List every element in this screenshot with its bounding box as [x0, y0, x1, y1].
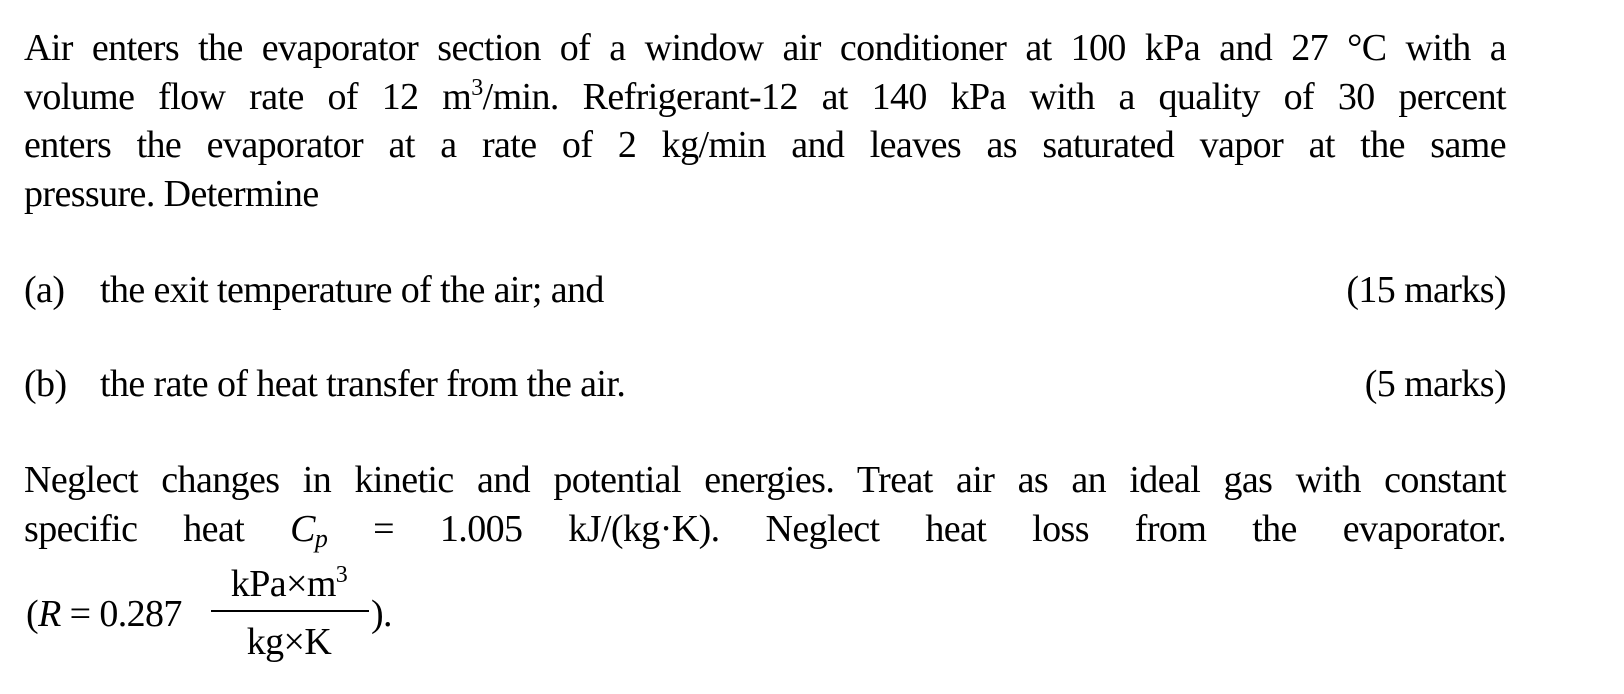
assumptions-line-2-start: specific heat — [24, 507, 291, 550]
question-part-b: (b) the rate of heat transfer from the a… — [24, 360, 1507, 408]
problem-statement: Air enters the evaporator section of a w… — [24, 24, 1507, 218]
part-b-label: (b) — [24, 363, 67, 405]
formula-close-paren: ). — [371, 593, 393, 635]
cp-subscript: p — [314, 523, 328, 553]
formula-value: = 0.287 — [60, 593, 183, 635]
statement-line-2-start: volume flow rate of 12 m — [24, 75, 472, 118]
assumptions-line-1: Neglect changes in kinetic and potential… — [24, 459, 1507, 501]
question-part-a: (a) the exit temperature of the air; and… — [24, 266, 1507, 314]
statement-line-2: volume flow rate of 12 m3/min. Refrigera… — [24, 73, 1507, 122]
statement-line-2-end: /min. Refrigerant-12 at 140 kPa with a q… — [482, 75, 1507, 118]
assumptions-line-2: specific heat Cp = 1.005 kJ/(kg·K). Negl… — [24, 505, 1507, 564]
formula-r-symbol: R — [38, 593, 61, 635]
cubic-superscript: 3 — [471, 74, 483, 101]
assumptions-line-2-end: = 1.005 kJ/(kg·K). Neglect heat loss fro… — [327, 507, 1506, 550]
statement-line-1: Air enters the evaporator section of a w… — [24, 27, 1507, 69]
fraction-denominator: kg×K — [246, 621, 332, 663]
numerator-text: kPa×m — [230, 563, 337, 605]
part-a-marks: (15 marks) — [1346, 269, 1506, 311]
part-a-label: (a) — [24, 269, 65, 311]
part-b-marks: (5 marks) — [1364, 363, 1507, 405]
formula-open-paren: ( — [26, 593, 39, 635]
cp-symbol: C — [290, 507, 315, 550]
numerator-superscript: 3 — [335, 562, 348, 588]
part-a-text: the exit temperature of the air; and — [100, 269, 604, 311]
statement-line-3: enters the evaporator at a rate of 2 kg/… — [24, 124, 1507, 166]
fraction-bar — [211, 610, 369, 612]
fraction-numerator: kPa×m3 — [209, 560, 369, 608]
statement-line-4: pressure. Determine — [24, 172, 319, 215]
assumptions: Neglect changes in kinetic and potential… — [24, 456, 1507, 564]
formula-lead: (R = 0.287 — [26, 592, 182, 636]
part-b-text: the rate of heat transfer from the air. — [100, 363, 626, 405]
